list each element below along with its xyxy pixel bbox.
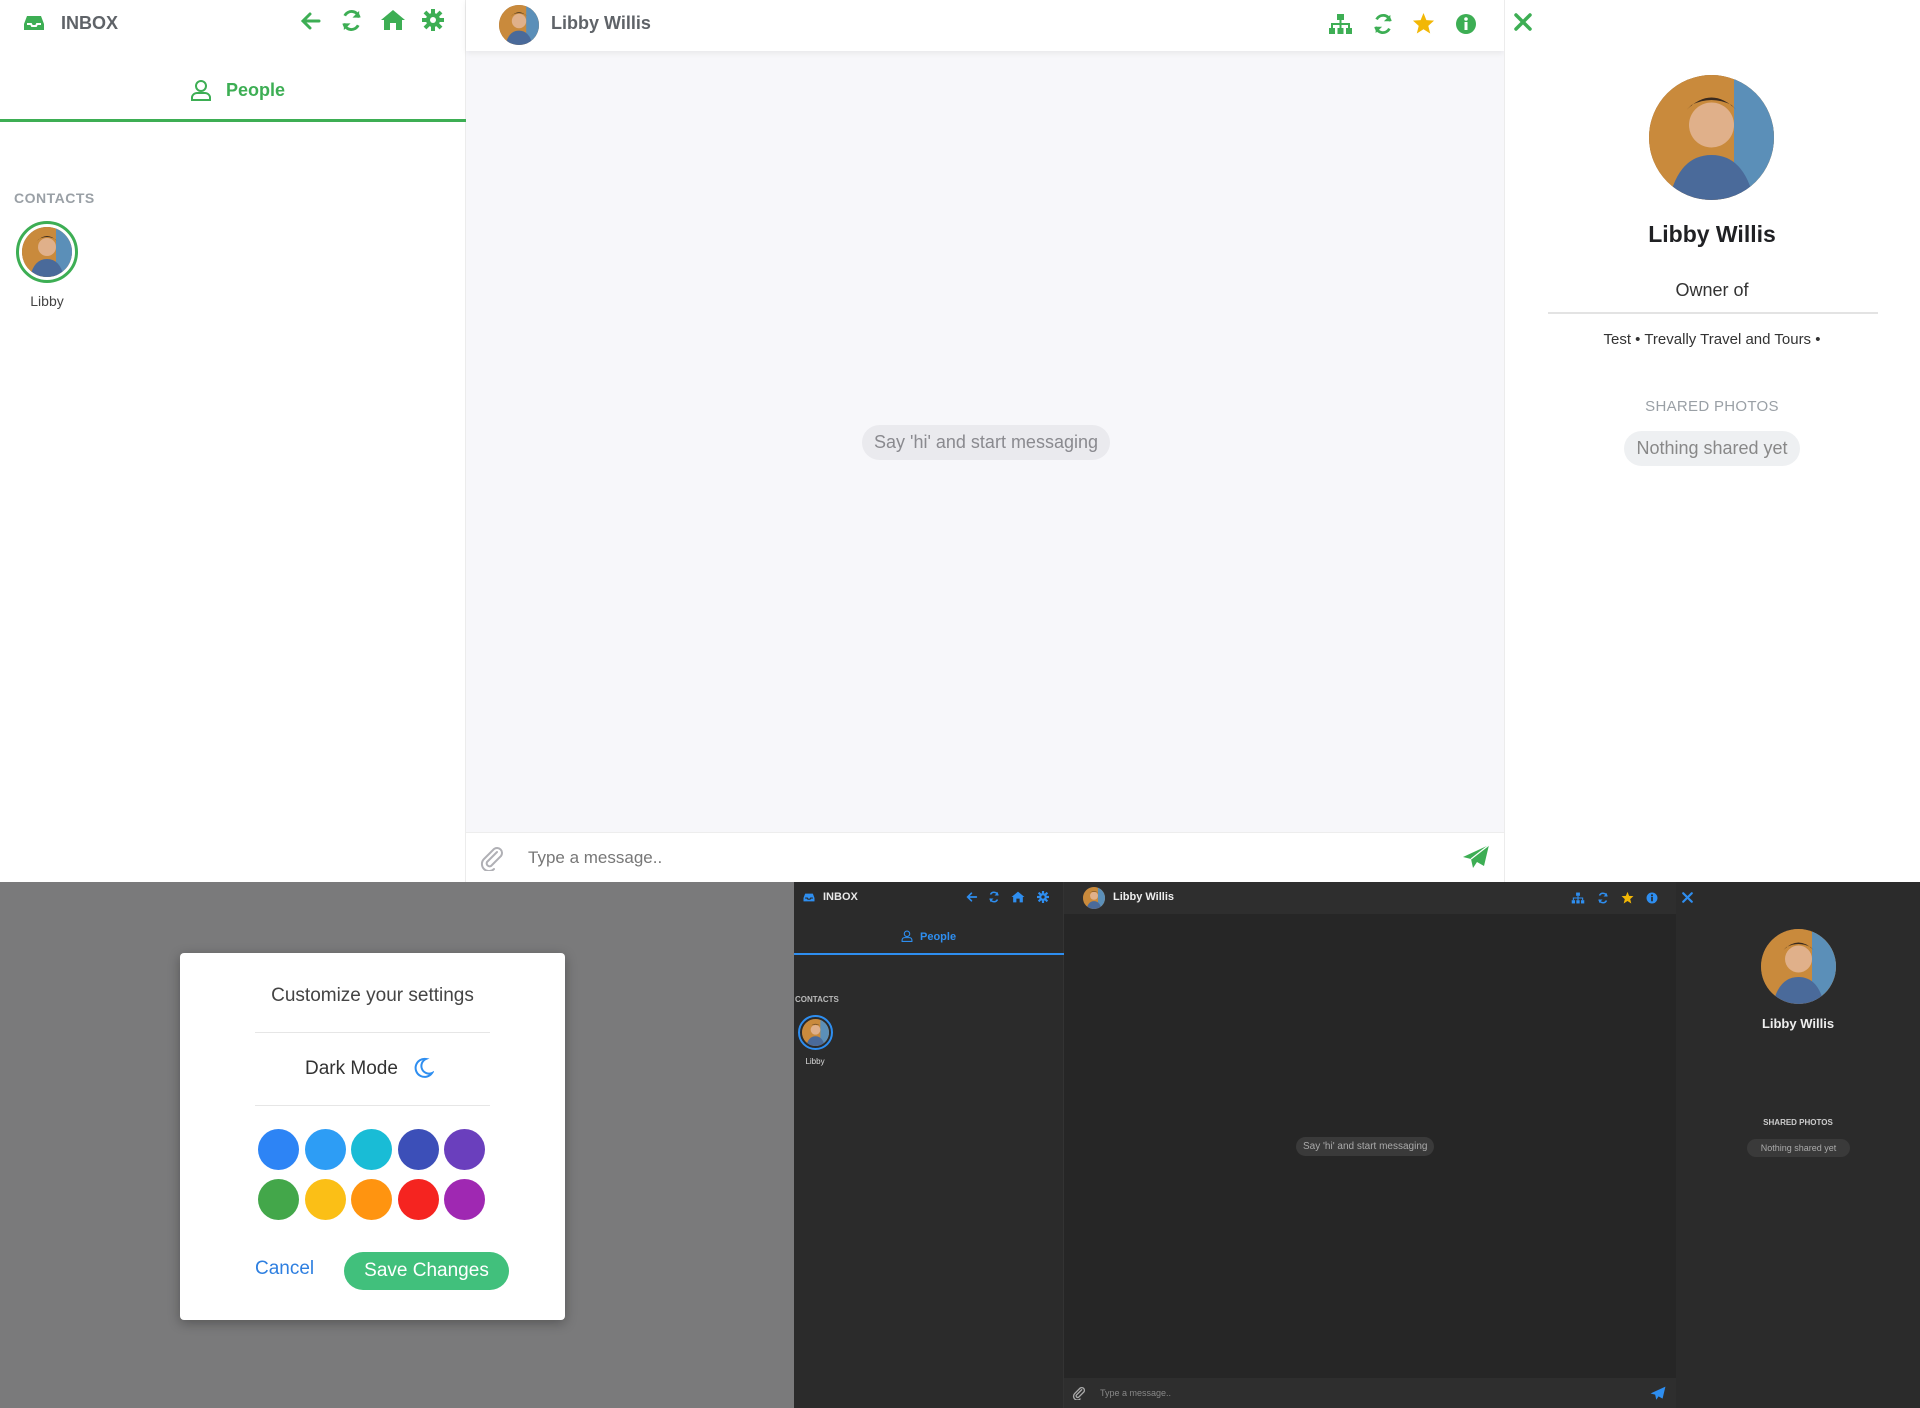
star-icon[interactable] [1621,891,1634,904]
profile-name: Libby Willis [1648,221,1776,247]
user-icon [901,930,913,942]
message-composer: Type a message.. [466,832,1504,882]
message-input[interactable]: Type a message.. [1100,1388,1171,1398]
chat-contact-name: Libby Willis [551,13,651,33]
divider [255,1105,490,1106]
star-icon[interactable] [1412,12,1435,34]
sidebar [794,882,1064,1408]
tab-people-label: People [226,80,286,100]
color-swatch[interactable] [397,1129,439,1170]
cancel-button[interactable]: Cancel [255,1258,314,1280]
color-swatch[interactable] [351,1179,392,1220]
home-icon[interactable] [1011,891,1025,903]
contacts-heading: CONTACTS [795,995,839,1004]
send-icon[interactable] [1650,1386,1666,1401]
divider [1548,312,1878,314]
divider [255,1032,490,1033]
profile-name: Libby Willis [1761,1016,1835,1031]
profile-organizations: Test • Trevally Travel and Tours • [1603,331,1821,348]
dark-mode-toggle[interactable]: Dark Mode [305,1058,398,1080]
chat-avatar [499,5,539,45]
refresh-icon[interactable] [340,9,363,32]
sidebar-title: INBOX [823,891,858,903]
chat-avatar [1083,887,1105,909]
refresh-icon[interactable] [988,891,1000,903]
tab-people-label: People [920,931,957,943]
contacts-heading: CONTACTS [14,190,95,206]
paperclip-icon[interactable] [480,845,504,871]
user-icon [190,79,212,101]
avatar [22,227,72,277]
back-arrow-icon[interactable] [300,10,322,32]
sidebar-title: INBOX [61,13,119,33]
send-icon[interactable] [1462,844,1490,870]
refresh-icon[interactable] [1372,13,1394,35]
color-swatch[interactable] [258,1129,299,1170]
gear-icon[interactable] [1037,891,1049,903]
save-button[interactable]: Save Changes [344,1252,509,1290]
message-composer: Type a message.. [1064,1378,1676,1408]
profile-avatar [1649,75,1774,200]
gear-icon[interactable] [422,9,444,31]
back-arrow-icon[interactable] [966,891,978,903]
color-swatch[interactable] [304,1179,346,1220]
close-icon[interactable] [1682,892,1693,903]
color-swatch[interactable] [304,1129,346,1170]
contact-name[interactable]: Libby [16,293,78,309]
profile-avatar [1761,929,1836,1004]
settings-modal: Customize your settings Dark Mode Cancel… [180,953,565,1320]
home-icon[interactable] [380,9,406,31]
profile-role: Owner of [1675,280,1749,300]
shared-photos-empty: Nothing shared yet [1624,431,1800,466]
shared-photos-heading: SHARED PHOTOS [1763,1118,1833,1127]
color-swatch[interactable] [444,1179,485,1220]
tab-people[interactable]: People [794,920,1064,955]
paperclip-icon[interactable] [1072,1386,1086,1400]
inbox-icon [22,13,46,33]
color-swatch[interactable] [258,1179,299,1220]
refresh-icon[interactable] [1597,892,1609,904]
tab-people[interactable]: People [0,60,466,122]
contact-avatar[interactable] [798,1015,833,1050]
color-swatch[interactable] [444,1129,485,1170]
modal-title: Customize your settings [271,985,474,1006]
message-input[interactable]: Type a message.. [528,848,662,868]
sidebar [0,0,466,882]
sitemap-icon[interactable] [1328,13,1353,35]
color-swatch[interactable] [397,1179,439,1220]
info-icon[interactable] [1646,892,1658,904]
close-icon[interactable] [1514,13,1532,31]
info-icon[interactable] [1455,13,1477,35]
shared-photos-heading: SHARED PHOTOS [1645,398,1779,415]
color-swatch[interactable] [351,1129,392,1170]
shared-photos-empty: Nothing shared yet [1747,1139,1850,1157]
sitemap-icon[interactable] [1571,892,1585,904]
avatar [802,1019,829,1046]
moon-icon[interactable] [412,1057,434,1079]
empty-chat-message: Say 'hi' and start messaging [1296,1137,1435,1156]
contact-name[interactable]: Libby [795,1057,835,1066]
empty-chat-message: Say 'hi' and start messaging [862,425,1110,460]
contact-avatar[interactable] [16,221,78,283]
inbox-icon [802,892,816,903]
chat-contact-name: Libby Willis [1113,891,1175,903]
